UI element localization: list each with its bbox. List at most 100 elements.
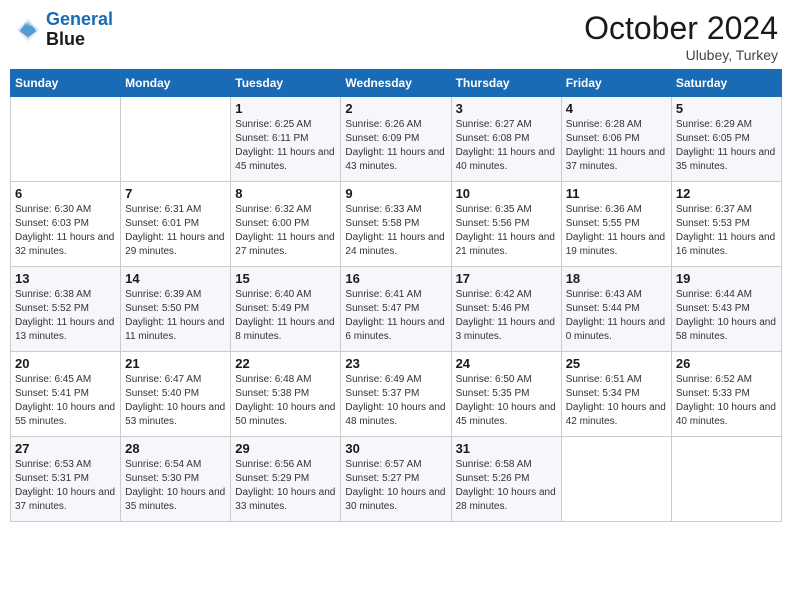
weekday-header: Wednesday [341, 70, 451, 97]
day-number: 28 [125, 441, 226, 456]
calendar-cell: 4 Sunrise: 6:28 AM Sunset: 6:06 PM Daylig… [561, 97, 671, 182]
day-number: 17 [456, 271, 557, 286]
day-info: Sunrise: 6:44 AM Sunset: 5:43 PM Dayligh… [676, 288, 777, 344]
calendar-cell: 2 Sunrise: 6:26 AM Sunset: 6:09 PM Daylig… [341, 97, 451, 182]
day-number: 18 [566, 271, 667, 286]
calendar-cell: 8 Sunrise: 6:32 AM Sunset: 6:00 PM Daylig… [231, 182, 341, 267]
day-info: Sunrise: 6:28 AM Sunset: 6:06 PM Dayligh… [566, 118, 667, 174]
day-info: Sunrise: 6:41 AM Sunset: 5:47 PM Dayligh… [345, 288, 446, 344]
day-info: Sunrise: 6:51 AM Sunset: 5:34 PM Dayligh… [566, 373, 667, 429]
weekday-header: Thursday [451, 70, 561, 97]
day-info: Sunrise: 6:36 AM Sunset: 5:55 PM Dayligh… [566, 203, 667, 259]
day-info: Sunrise: 6:40 AM Sunset: 5:49 PM Dayligh… [235, 288, 336, 344]
day-number: 12 [676, 186, 777, 201]
day-info: Sunrise: 6:33 AM Sunset: 5:58 PM Dayligh… [345, 203, 446, 259]
calendar-cell: 11 Sunrise: 6:36 AM Sunset: 5:55 PM Dayli… [561, 182, 671, 267]
day-number: 23 [345, 356, 446, 371]
calendar-cell [121, 97, 231, 182]
day-info: Sunrise: 6:32 AM Sunset: 6:00 PM Dayligh… [235, 203, 336, 259]
calendar-cell: 18Sunrise: 6:43 AM Sunset: 5:44 PM Dayli… [561, 267, 671, 352]
calendar-cell: 10Sunrise: 6:35 AM Sunset: 5:56 PM Dayli… [451, 182, 561, 267]
day-info: Sunrise: 6:39 AM Sunset: 5:50 PM Dayligh… [125, 288, 226, 344]
logo-text: General Blue [46, 10, 113, 50]
day-number: 5 [676, 101, 777, 116]
day-info: Sunrise: 6:47 AM Sunset: 5:40 PM Dayligh… [125, 373, 226, 429]
day-info: Sunrise: 6:45 AM Sunset: 5:41 PM Dayligh… [15, 373, 116, 429]
calendar-cell: 1Sunrise: 6:25 AM Sunset: 6:11 PM Daylig… [231, 97, 341, 182]
title-block: October 2024 Ulubey, Turkey [584, 10, 778, 63]
day-number: 14 [125, 271, 226, 286]
day-info: Sunrise: 6:26 AM Sunset: 6:09 PM Dayligh… [345, 118, 446, 174]
day-number: 3 [456, 101, 557, 116]
day-info: Sunrise: 6:56 AM Sunset: 5:29 PM Dayligh… [235, 458, 336, 514]
day-info: Sunrise: 6:53 AM Sunset: 5:31 PM Dayligh… [15, 458, 116, 514]
calendar-week-row: 13 Sunrise: 6:38 AM Sunset: 5:52 PM Dayli… [11, 267, 782, 352]
calendar-cell: 30 Sunrise: 6:57 AM Sunset: 5:27 PM Dayli… [341, 437, 451, 522]
day-number: 15 [235, 271, 336, 286]
calendar-cell: 6 Sunrise: 6:30 AM Sunset: 6:03 PM Daylig… [11, 182, 121, 267]
day-number: 21 [125, 356, 226, 371]
day-number: 9 [345, 186, 446, 201]
day-number: 8 [235, 186, 336, 201]
calendar-cell [11, 97, 121, 182]
calendar-cell: 25 Sunrise: 6:51 AM Sunset: 5:34 PM Dayli… [561, 352, 671, 437]
calendar-cell [561, 437, 671, 522]
day-info: Sunrise: 6:29 AM Sunset: 6:05 PM Dayligh… [676, 118, 777, 174]
calendar-cell: 20 Sunrise: 6:45 AM Sunset: 5:41 PM Dayli… [11, 352, 121, 437]
weekday-header: Saturday [671, 70, 781, 97]
day-info: Sunrise: 6:27 AM Sunset: 6:08 PM Dayligh… [456, 118, 557, 174]
day-number: 11 [566, 186, 667, 201]
day-info: Sunrise: 6:50 AM Sunset: 5:35 PM Dayligh… [456, 373, 557, 429]
day-number: 25 [566, 356, 667, 371]
calendar-cell: 9 Sunrise: 6:33 AM Sunset: 5:58 PM Daylig… [341, 182, 451, 267]
day-info: Sunrise: 6:57 AM Sunset: 5:27 PM Dayligh… [345, 458, 446, 514]
day-number: 31 [456, 441, 557, 456]
day-number: 4 [566, 101, 667, 116]
calendar-cell: 23 Sunrise: 6:49 AM Sunset: 5:37 PM Dayli… [341, 352, 451, 437]
day-info: Sunrise: 6:52 AM Sunset: 5:33 PM Dayligh… [676, 373, 777, 429]
day-info: Sunrise: 6:58 AM Sunset: 5:26 PM Dayligh… [456, 458, 557, 514]
day-info: Sunrise: 6:37 AM Sunset: 5:53 PM Dayligh… [676, 203, 777, 259]
calendar-cell: 31 Sunrise: 6:58 AM Sunset: 5:26 PM Dayli… [451, 437, 561, 522]
calendar-cell: 29Sunrise: 6:56 AM Sunset: 5:29 PM Dayli… [231, 437, 341, 522]
location: Ulubey, Turkey [584, 47, 778, 63]
calendar-cell: 14 Sunrise: 6:39 AM Sunset: 5:50 PM Dayli… [121, 267, 231, 352]
day-number: 13 [15, 271, 116, 286]
day-info: Sunrise: 6:30 AM Sunset: 6:03 PM Dayligh… [15, 203, 116, 259]
day-info: Sunrise: 6:38 AM Sunset: 5:52 PM Dayligh… [15, 288, 116, 344]
day-number: 24 [456, 356, 557, 371]
calendar-cell: 7 Sunrise: 6:31 AM Sunset: 6:01 PM Daylig… [121, 182, 231, 267]
calendar-cell: 12 Sunrise: 6:37 AM Sunset: 5:53 PM Dayli… [671, 182, 781, 267]
day-info: Sunrise: 6:42 AM Sunset: 5:46 PM Dayligh… [456, 288, 557, 344]
day-info: Sunrise: 6:48 AM Sunset: 5:38 PM Dayligh… [235, 373, 336, 429]
calendar-cell: 13 Sunrise: 6:38 AM Sunset: 5:52 PM Dayli… [11, 267, 121, 352]
weekday-header: Friday [561, 70, 671, 97]
day-info: Sunrise: 6:25 AM Sunset: 6:11 PM Dayligh… [235, 118, 336, 174]
day-number: 22 [235, 356, 336, 371]
weekday-header: Monday [121, 70, 231, 97]
calendar-cell: 5 Sunrise: 6:29 AM Sunset: 6:05 PM Daylig… [671, 97, 781, 182]
day-info: Sunrise: 6:31 AM Sunset: 6:01 PM Dayligh… [125, 203, 226, 259]
day-number: 20 [15, 356, 116, 371]
calendar-cell: 22 Sunrise: 6:48 AM Sunset: 5:38 PM Dayli… [231, 352, 341, 437]
day-number: 6 [15, 186, 116, 201]
day-number: 7 [125, 186, 226, 201]
calendar-cell: 16 Sunrise: 6:41 AM Sunset: 5:47 PM Dayli… [341, 267, 451, 352]
calendar-week-row: 6 Sunrise: 6:30 AM Sunset: 6:03 PM Daylig… [11, 182, 782, 267]
calendar-week-row: 20 Sunrise: 6:45 AM Sunset: 5:41 PM Dayli… [11, 352, 782, 437]
calendar-table: SundayMondayTuesdayWednesdayThursdayFrid… [10, 69, 782, 522]
day-number: 30 [345, 441, 446, 456]
logo-icon [14, 16, 42, 44]
day-number: 19 [676, 271, 777, 286]
day-number: 27 [15, 441, 116, 456]
day-number: 2 [345, 101, 446, 116]
calendar-cell: 17 Sunrise: 6:42 AM Sunset: 5:46 PM Dayli… [451, 267, 561, 352]
calendar-cell: 24 Sunrise: 6:50 AM Sunset: 5:35 PM Dayli… [451, 352, 561, 437]
calendar-cell: 28Sunrise: 6:54 AM Sunset: 5:30 PM Dayli… [121, 437, 231, 522]
weekday-header: Tuesday [231, 70, 341, 97]
calendar-cell: 26Sunrise: 6:52 AM Sunset: 5:33 PM Dayli… [671, 352, 781, 437]
calendar-cell: 15 Sunrise: 6:40 AM Sunset: 5:49 PM Dayli… [231, 267, 341, 352]
day-info: Sunrise: 6:49 AM Sunset: 5:37 PM Dayligh… [345, 373, 446, 429]
day-number: 16 [345, 271, 446, 286]
calendar-week-row: 1Sunrise: 6:25 AM Sunset: 6:11 PM Daylig… [11, 97, 782, 182]
